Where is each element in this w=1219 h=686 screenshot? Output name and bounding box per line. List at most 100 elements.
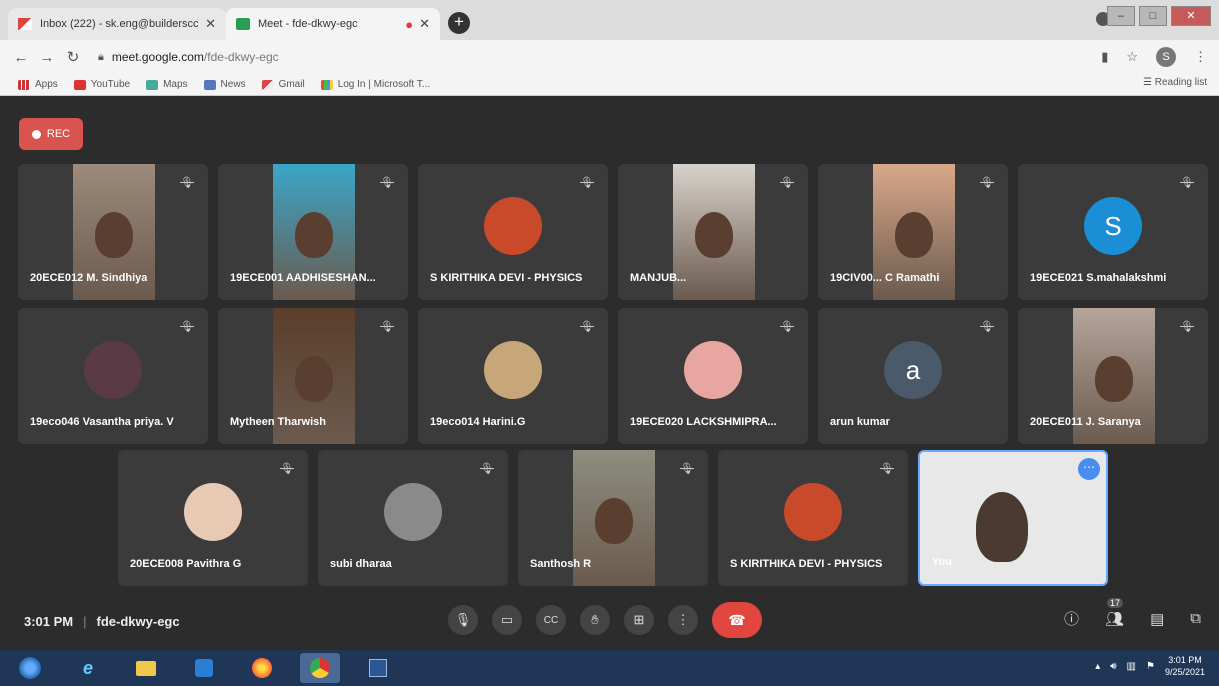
camera-permission-icon[interactable]: ▮ bbox=[1101, 49, 1108, 65]
reload-icon[interactable]: ↻ bbox=[60, 48, 86, 66]
hand-icon: ✋︎ bbox=[591, 612, 599, 627]
taskbar-clock[interactable]: 3:01 PM 9/25/2021 bbox=[1165, 654, 1205, 678]
new-tab-button[interactable]: + bbox=[448, 12, 470, 34]
firefox-icon bbox=[252, 658, 272, 678]
participant-tile[interactable]: 🎙︎ 20ECE008 Pavithra G bbox=[118, 450, 308, 586]
self-view-tile[interactable]: ⋯ You bbox=[918, 450, 1108, 586]
participant-name: Santhosh R bbox=[530, 558, 592, 570]
network-icon[interactable]: ▥ bbox=[1127, 661, 1136, 672]
bookmark-microsoft[interactable]: Log In | Microsoft T... bbox=[320, 79, 430, 90]
taskbar-file-explorer[interactable] bbox=[126, 653, 166, 683]
meet-stage: REC 🎙︎ 20ECE012 M. Sindhiya 🎙︎ 19ECE001 AAD… bbox=[0, 96, 1219, 650]
participant-avatar bbox=[384, 483, 442, 541]
minimize-button[interactable]: – bbox=[1107, 6, 1135, 26]
tab-gmail-inbox[interactable]: Inbox (222) - sk.eng@builderscc ✕ bbox=[8, 8, 226, 40]
chat-button[interactable]: ▤ bbox=[1150, 610, 1164, 628]
people-button[interactable]: 17 👥︎ bbox=[1105, 597, 1124, 628]
person-silhouette bbox=[95, 212, 133, 258]
tab-meet[interactable]: Meet - fde-dkwy-egc ● ✕ bbox=[226, 8, 440, 40]
leave-call-button[interactable]: ☎︎ bbox=[712, 602, 762, 638]
meeting-info: 3:01 PM | fde-dkwy-egc bbox=[24, 614, 180, 629]
bookmark-gmail[interactable]: Gmail bbox=[261, 79, 305, 90]
participant-tile[interactable]: 🎙︎ subi dharaa bbox=[318, 450, 508, 586]
close-tab-icon[interactable]: ✕ bbox=[419, 16, 430, 32]
recording-indicator: REC bbox=[19, 118, 83, 150]
participant-tile[interactable]: 🎙︎ MANJUB... bbox=[618, 164, 808, 300]
captions-icon: CC bbox=[543, 614, 559, 626]
raise-hand-button[interactable]: ✋︎ bbox=[580, 605, 610, 635]
reading-list-button[interactable]: ☰ Reading list bbox=[1143, 77, 1207, 88]
participant-avatar: S bbox=[1084, 197, 1142, 255]
participant-avatar bbox=[184, 483, 242, 541]
side-panel-controls: ⓘ 17 👥︎ ▤ ⧉ bbox=[1064, 597, 1201, 629]
back-icon[interactable]: ← bbox=[8, 49, 34, 66]
participant-tile[interactable]: 🎙︎ 19CIV00... C Ramathi bbox=[818, 164, 1008, 300]
mic-muted-icon: 🎙︎ bbox=[1180, 177, 1194, 189]
more-options-button[interactable]: ⋮ bbox=[668, 605, 698, 635]
bookmark-youtube[interactable]: YouTube bbox=[73, 79, 130, 90]
captions-button[interactable]: CC bbox=[536, 605, 566, 635]
activities-button[interactable]: ⧉ bbox=[1190, 610, 1201, 627]
taskbar-firefox[interactable] bbox=[242, 653, 282, 683]
maximize-button[interactable]: □ bbox=[1139, 6, 1167, 26]
mic-muted-icon: 🎙︎ bbox=[480, 463, 494, 475]
tile-options-button[interactable]: ⋯ bbox=[1078, 458, 1100, 480]
media-player-icon bbox=[195, 659, 213, 677]
participant-tile[interactable]: S 🎙︎ 19ECE021 S.mahalakshmi bbox=[1018, 164, 1208, 300]
recording-dot-icon: ● bbox=[405, 16, 414, 32]
participant-tile[interactable]: 🎙︎ 19eco046 Vasantha priya. V bbox=[18, 308, 208, 444]
participant-tile[interactable]: 🎙︎ 20ECE012 M. Sindhiya bbox=[18, 164, 208, 300]
camera-icon: ▭ bbox=[500, 612, 514, 627]
url-field[interactable]: 🔒︎ meet.google.com/fde-dkwy-egc bbox=[98, 50, 1078, 64]
hang-up-icon: ☎︎ bbox=[728, 611, 746, 628]
reading-list-icon: ☰ bbox=[1142, 77, 1155, 88]
taskbar-chrome[interactable] bbox=[300, 653, 340, 683]
participant-name: 19eco046 Vasantha priya. V bbox=[30, 416, 174, 428]
menu-kebab-icon[interactable]: ⋮ bbox=[1194, 49, 1207, 65]
present-button[interactable]: ⊞ bbox=[624, 605, 654, 635]
participant-name: S KIRITHIKA DEVI - PHYSICS bbox=[730, 558, 883, 570]
url-path: /fde-dkwy-egc bbox=[203, 50, 279, 64]
apps-grid-icon bbox=[18, 79, 30, 90]
mic-muted-icon: 🎙︎ bbox=[380, 177, 394, 189]
participant-tile[interactable]: 🎙︎ 20ECE011 J. Saranya bbox=[1018, 308, 1208, 444]
bookmark-news[interactable]: News bbox=[203, 79, 246, 90]
close-tab-icon[interactable]: ✕ bbox=[205, 16, 216, 32]
participant-tile[interactable]: a 🎙︎ arun kumar bbox=[818, 308, 1008, 444]
address-bar: ← → ↻ 🔒︎ meet.google.com/fde-dkwy-egc ▮ … bbox=[0, 40, 1219, 74]
person-silhouette bbox=[695, 212, 733, 258]
bookmark-apps[interactable]: Apps bbox=[18, 79, 58, 90]
self-video bbox=[976, 492, 1028, 562]
taskbar-word[interactable] bbox=[358, 653, 398, 683]
mic-muted-icon: 🎙︎ bbox=[1180, 321, 1194, 333]
participant-name: subi dharaa bbox=[330, 558, 392, 570]
participant-avatar bbox=[784, 483, 842, 541]
microphone-button[interactable]: 🎙︎ bbox=[448, 605, 478, 635]
camera-button[interactable]: ▭ bbox=[492, 605, 522, 635]
close-window-button[interactable]: ✕ bbox=[1171, 6, 1211, 26]
taskbar-internet-explorer[interactable]: e bbox=[68, 653, 108, 683]
gmail-icon bbox=[261, 79, 274, 90]
news-icon bbox=[203, 79, 216, 90]
bookmark-maps[interactable]: Maps bbox=[146, 79, 188, 90]
show-hidden-icons-icon[interactable]: ▴ bbox=[1095, 661, 1100, 672]
taskbar-media-player[interactable] bbox=[184, 653, 224, 683]
profile-avatar[interactable]: S bbox=[1156, 47, 1176, 67]
microsoft-icon bbox=[320, 79, 333, 90]
forward-icon[interactable]: → bbox=[34, 49, 60, 66]
participant-tile[interactable]: 🎙︎ 19eco014 Harini.G bbox=[418, 308, 608, 444]
participant-tile[interactable]: 🎙︎ 19ECE020 LACKSHMIPRA... bbox=[618, 308, 808, 444]
participant-name: 20ECE012 M. Sindhiya bbox=[30, 272, 148, 284]
participant-tile[interactable]: 🎙︎ S KIRITHIKA DEVI - PHYSICS bbox=[718, 450, 908, 586]
participant-tile[interactable]: 🎙︎ Santhosh R bbox=[518, 450, 708, 586]
participant-tile[interactable]: 🎙︎ S KIRITHIKA DEVI - PHYSICS bbox=[418, 164, 608, 300]
participant-tile[interactable]: 🎙︎ Mytheen Tharwish bbox=[218, 308, 408, 444]
meeting-details-button[interactable]: ⓘ bbox=[1064, 608, 1079, 629]
volume-icon[interactable]: 🔊︎ bbox=[1110, 661, 1116, 672]
start-button[interactable] bbox=[10, 653, 50, 683]
participant-tile[interactable]: 🎙︎ 19ECE001 AADHISESHAN... bbox=[218, 164, 408, 300]
participant-name: arun kumar bbox=[830, 416, 890, 428]
maps-icon bbox=[146, 79, 159, 90]
bookmark-star-icon[interactable]: ☆ bbox=[1126, 49, 1138, 65]
action-center-icon[interactable]: ⚑ bbox=[1146, 661, 1155, 672]
